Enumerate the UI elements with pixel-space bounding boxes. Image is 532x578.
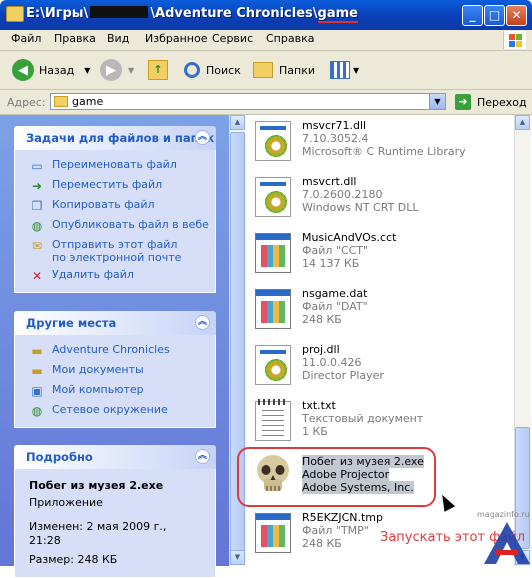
details-panel: Подробно ︽ Побег из музея 2.exe Приложен… (14, 445, 216, 578)
file-tasks-panel: Задачи для файлов и папок ︽ ▭ Переименова… (14, 126, 216, 293)
globe-icon: ◍ (31, 218, 43, 233)
file-item-msvcr71[interactable]: msvcr71.dll 7.10.3052.4 Microsoft® C Runti… (255, 115, 505, 175)
task-delete[interactable]: ✕ Удалить файл (15, 266, 215, 286)
file-list-scrollbar[interactable]: ▲ ▼ (514, 115, 531, 566)
forward-button[interactable]: ▶ ▼ (100, 58, 134, 82)
windows-logo-icon (503, 31, 526, 49)
task-rename[interactable]: ▭ Переименовать файл (15, 156, 215, 176)
mail-icon: ✉ (31, 238, 43, 253)
folders-icon (253, 62, 273, 78)
place-my-computer[interactable]: ▣ Мой компьютер (15, 381, 215, 401)
dll-gear-icon (255, 121, 291, 161)
task-email[interactable]: ✉ Отправить этот файл по электронной почт… (15, 236, 215, 266)
details-modified: Изменен: 2 мая 2009 г., 21:28 (29, 520, 167, 547)
scroll-down-button[interactable]: ▼ (230, 550, 245, 565)
address-bar: Адрес: game ▼ ➜ Переход (0, 90, 532, 115)
details-type: Приложение (29, 496, 103, 509)
folder-icon: ▬ (31, 343, 43, 358)
red-highlight-outline (237, 447, 436, 507)
views-icon (330, 61, 350, 79)
up-folder-icon: ↑ (148, 60, 168, 80)
menu-favorites[interactable]: Избранное (145, 32, 207, 45)
forward-arrow-icon: ▶ (100, 59, 122, 81)
search-icon (184, 62, 200, 78)
task-move[interactable]: ➜ Переместить файл (15, 176, 215, 196)
search-button[interactable]: Поиск (184, 58, 241, 82)
app-window-icon (255, 513, 291, 553)
folder-icon (54, 96, 68, 107)
address-input[interactable]: game ▼ (50, 93, 446, 110)
collapse-chevron-icon[interactable]: ︽ (195, 130, 210, 145)
file-item-musicandvos[interactable]: MusicAndVOs.cct Файл "CCT" 14 137 КБ (255, 227, 505, 287)
menu-bar: Файл Правка Вид Избранное Сервис Справка (0, 30, 532, 51)
place-my-documents[interactable]: ▬ Мои документы (15, 361, 215, 381)
collapse-chevron-icon[interactable]: ︽ (195, 315, 210, 330)
chevron-down-icon[interactable]: ▼ (128, 66, 134, 75)
task-pane: Задачи для файлов и папок ︽ ▭ Переименова… (0, 115, 229, 578)
menu-view[interactable]: Вид (107, 32, 129, 45)
computer-icon: ▣ (31, 383, 43, 398)
place-network[interactable]: ◍ Сетевое окружение (15, 401, 215, 421)
chevron-down-icon[interactable]: ▼ (353, 66, 359, 75)
folders-button[interactable]: Папки (253, 58, 315, 82)
file-item-txt[interactable]: txt.txt Текстовый документ 1 КБ (255, 395, 505, 455)
maximize-button[interactable]: □ (484, 5, 505, 26)
address-label: Адрес: (7, 96, 46, 109)
task-copy[interactable]: ❐ Копировать файл (15, 196, 215, 216)
chevron-down-icon[interactable]: ▼ (84, 66, 90, 75)
file-item-nsgame[interactable]: nsgame.dat Файл "DAT" 248 КБ (255, 283, 505, 343)
toolbar: ◀ Назад ▼ ▶ ▼ ↑ Поиск Папки ▼ (0, 51, 532, 90)
app-window-icon (255, 289, 291, 329)
file-item-proj[interactable]: proj.dll 11.0.0.426 Director Player (255, 339, 505, 399)
panel-header[interactable]: Другие места ︽ (14, 311, 216, 335)
go-arrow-icon: ➜ (455, 94, 471, 110)
panel-header[interactable]: Подробно ︽ (14, 445, 216, 469)
address-dropdown-button[interactable]: ▼ (429, 94, 445, 109)
details-size: Размер: 248 КБ (29, 553, 118, 566)
network-icon: ◍ (31, 403, 43, 418)
redacted-block (90, 6, 149, 18)
menu-tools[interactable]: Сервис (212, 32, 253, 45)
back-arrow-icon: ◀ (12, 59, 34, 81)
rename-icon: ▭ (31, 158, 43, 173)
minimize-button[interactable]: _ (462, 5, 483, 26)
other-places-panel: Другие места ︽ ▬ Adventure Chronicles ▬ Мо… (14, 311, 216, 428)
scroll-up-button[interactable]: ▲ (515, 115, 530, 130)
title-bar: E:\Игры\ \Adventure Chronicles\game _ □ ✕ (0, 0, 532, 30)
menu-edit[interactable]: Правка (54, 32, 96, 45)
menu-file[interactable]: Файл (11, 32, 41, 45)
scroll-up-button[interactable]: ▲ (230, 115, 245, 130)
task-publish[interactable]: ◍ Опубликовать файл в вебе (15, 216, 215, 236)
menu-help[interactable]: Справка (266, 32, 314, 45)
watermark-text: magazinfo.ru (477, 510, 530, 519)
folder-icon (6, 6, 24, 22)
app-window-icon (255, 233, 291, 273)
file-item-msvcrt[interactable]: msvcrt.dll 7.0.2600.2180 Windows NT CRT DL… (255, 171, 505, 231)
folder-icon: ▬ (31, 363, 43, 378)
back-button[interactable]: ◀ Назад ▼ (12, 58, 90, 82)
panel-header[interactable]: Задачи для файлов и папок ︽ (14, 126, 216, 150)
delete-icon: ✕ (31, 268, 43, 283)
copy-icon: ❐ (31, 198, 43, 213)
move-icon: ➜ (31, 178, 43, 193)
place-adventure-chronicles[interactable]: ▬ Adventure Chronicles (15, 341, 215, 361)
go-button[interactable]: ➜ Переход (455, 93, 527, 111)
watermark-logo-icon (484, 522, 530, 564)
close-button[interactable]: ✕ (506, 5, 527, 26)
details-filename: Побег из музея 2.exe (29, 479, 164, 492)
window-title: E:\Игры\ \Adventure Chronicles\game (26, 6, 358, 23)
collapse-chevron-icon[interactable]: ︽ (195, 449, 210, 464)
views-button[interactable]: ▼ (330, 58, 359, 82)
dll-gear-icon (255, 177, 291, 217)
dll-gear-icon (255, 345, 291, 385)
text-document-icon (255, 399, 291, 441)
up-folder-button[interactable]: ↑ (148, 58, 168, 82)
